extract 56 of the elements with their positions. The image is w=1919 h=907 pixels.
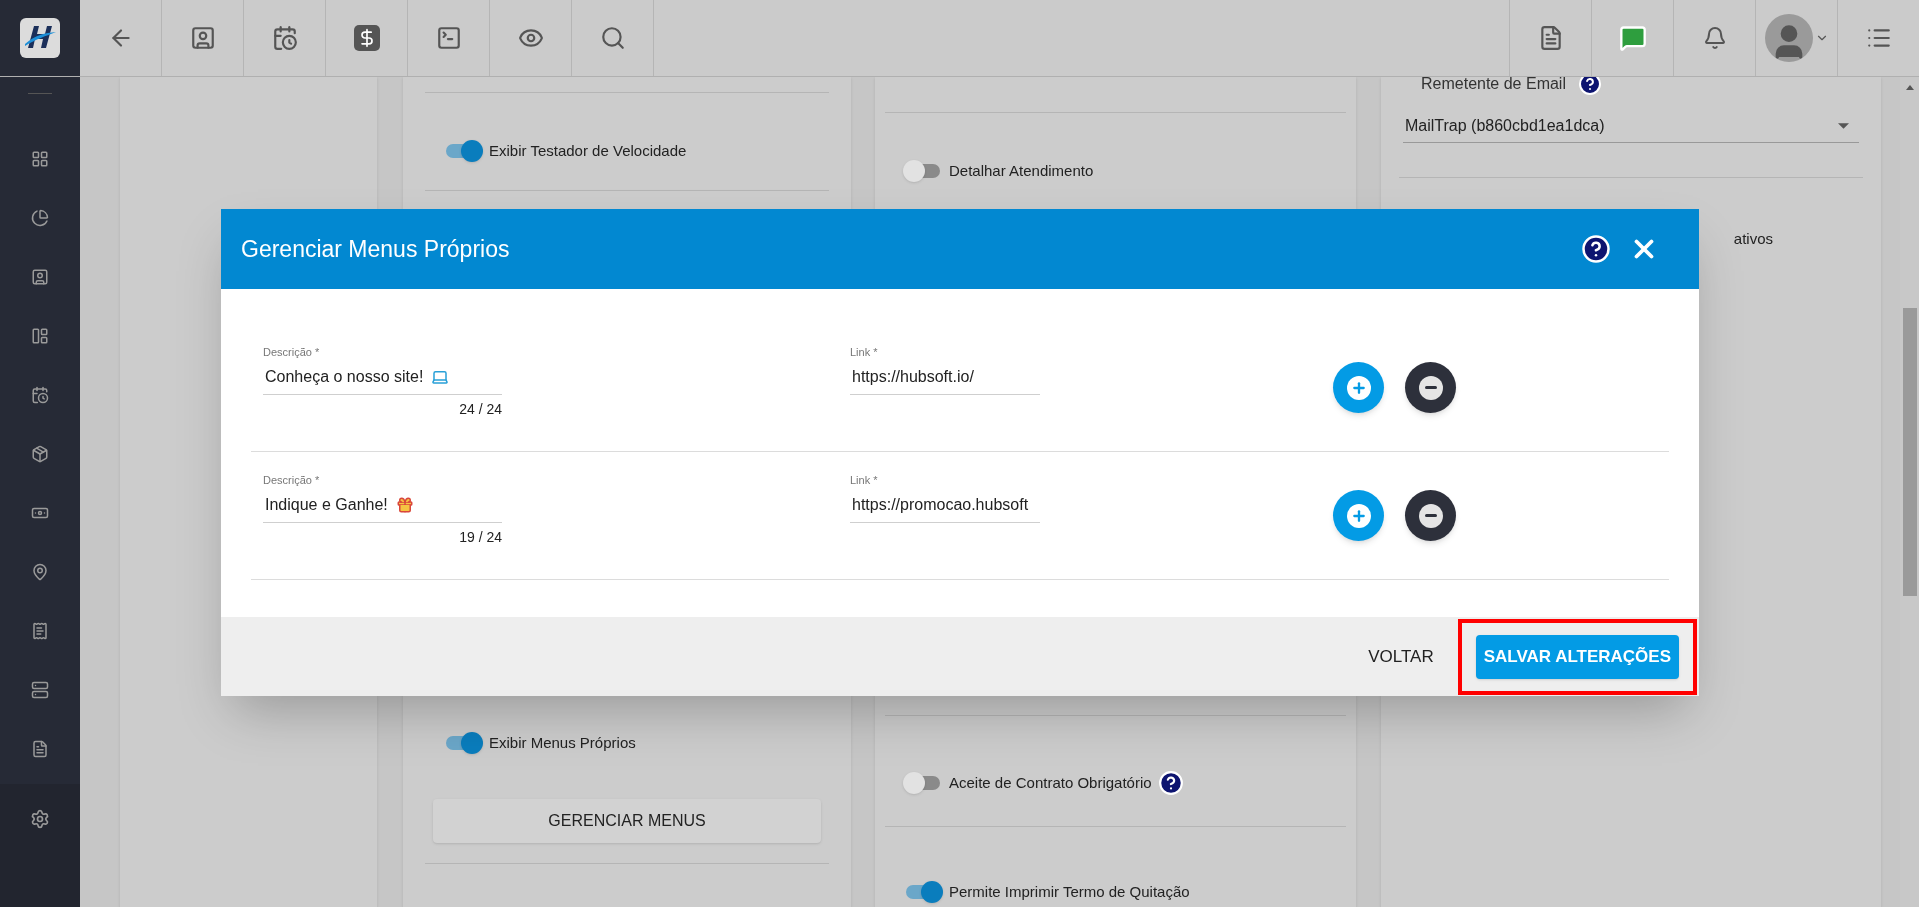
help-icon[interactable] bbox=[1577, 77, 1602, 96]
add-button[interactable] bbox=[1333, 490, 1384, 541]
toggle-label: Exibir Menus Próprios bbox=[489, 732, 636, 753]
dialog-title: Gerenciar Menus Próprios bbox=[241, 234, 511, 264]
remove-button[interactable] bbox=[1405, 362, 1456, 413]
field-label: Descrição * bbox=[263, 473, 321, 488]
board-icon[interactable] bbox=[31, 326, 49, 345]
minus-icon bbox=[1424, 386, 1437, 389]
logo-icon[interactable] bbox=[20, 18, 60, 58]
dollar-icon[interactable] bbox=[353, 25, 380, 51]
calendar-clock-icon[interactable] bbox=[271, 25, 298, 51]
calendar-clock-icon[interactable] bbox=[31, 385, 49, 404]
link-field[interactable]: https://hubsoft.io/ bbox=[850, 360, 1040, 395]
field-label: Descrição * bbox=[263, 345, 321, 360]
plus-icon bbox=[1350, 507, 1367, 524]
toggle-label: Permite Imprimir Termo de Quitação bbox=[949, 881, 1190, 902]
avatar[interactable] bbox=[1764, 14, 1813, 62]
help-icon[interactable] bbox=[1157, 770, 1184, 796]
character-counter: 19 / 24 bbox=[458, 527, 502, 547]
link-field[interactable]: https://promocao.hubsoft bbox=[850, 488, 1040, 523]
box-icon[interactable] bbox=[31, 444, 49, 463]
add-button[interactable] bbox=[1333, 362, 1384, 413]
plus-icon bbox=[1350, 379, 1367, 396]
field-label: Link * bbox=[850, 345, 879, 360]
toggle-label: Exibir Testador de Velocidade bbox=[489, 140, 687, 161]
terminal-icon[interactable] bbox=[435, 25, 462, 51]
description-field[interactable]: Indique e Ganhe! bbox=[263, 488, 502, 523]
server-icon[interactable] bbox=[31, 680, 49, 699]
help-icon[interactable] bbox=[1581, 234, 1611, 264]
back-button[interactable]: VOLTAR bbox=[1358, 636, 1444, 677]
email-sender-select[interactable]: MailTrap (b860cbd1ea1dca) bbox=[1403, 109, 1859, 143]
dropdown-caret-icon bbox=[1838, 122, 1849, 129]
contact-icon[interactable] bbox=[31, 267, 49, 286]
document-icon[interactable] bbox=[31, 739, 49, 758]
map-pin-icon[interactable] bbox=[31, 562, 49, 581]
grid-icon[interactable] bbox=[31, 149, 49, 168]
description-field[interactable]: Conheça o nosso site! bbox=[263, 360, 502, 395]
receipt-icon[interactable] bbox=[31, 621, 49, 640]
toggle-label: Aceite de Contrato Obrigatório bbox=[949, 772, 1152, 793]
toggle-label: Detalhar Atendimento bbox=[949, 160, 1094, 181]
remove-button[interactable] bbox=[1405, 490, 1456, 541]
pie-chart-icon[interactable] bbox=[31, 208, 49, 227]
field-label: Remetente de Email bbox=[1421, 77, 1566, 94]
bell-icon[interactable] bbox=[1702, 26, 1727, 50]
contact-icon[interactable] bbox=[189, 25, 216, 51]
minus-icon bbox=[1424, 514, 1437, 517]
scroll-up-icon[interactable] bbox=[1905, 85, 1914, 90]
search-icon[interactable] bbox=[599, 25, 626, 51]
chat-icon[interactable] bbox=[1618, 24, 1647, 52]
character-counter: 24 / 24 bbox=[458, 399, 502, 419]
laptop-icon bbox=[431, 368, 450, 386]
text-fragment: ativos bbox=[1733, 229, 1773, 249]
manage-menus-button[interactable]: GERENCIAR MENUS bbox=[433, 799, 821, 843]
settings-icon[interactable] bbox=[30, 809, 50, 829]
gift-icon bbox=[395, 496, 414, 514]
field-label: Link * bbox=[850, 473, 879, 488]
